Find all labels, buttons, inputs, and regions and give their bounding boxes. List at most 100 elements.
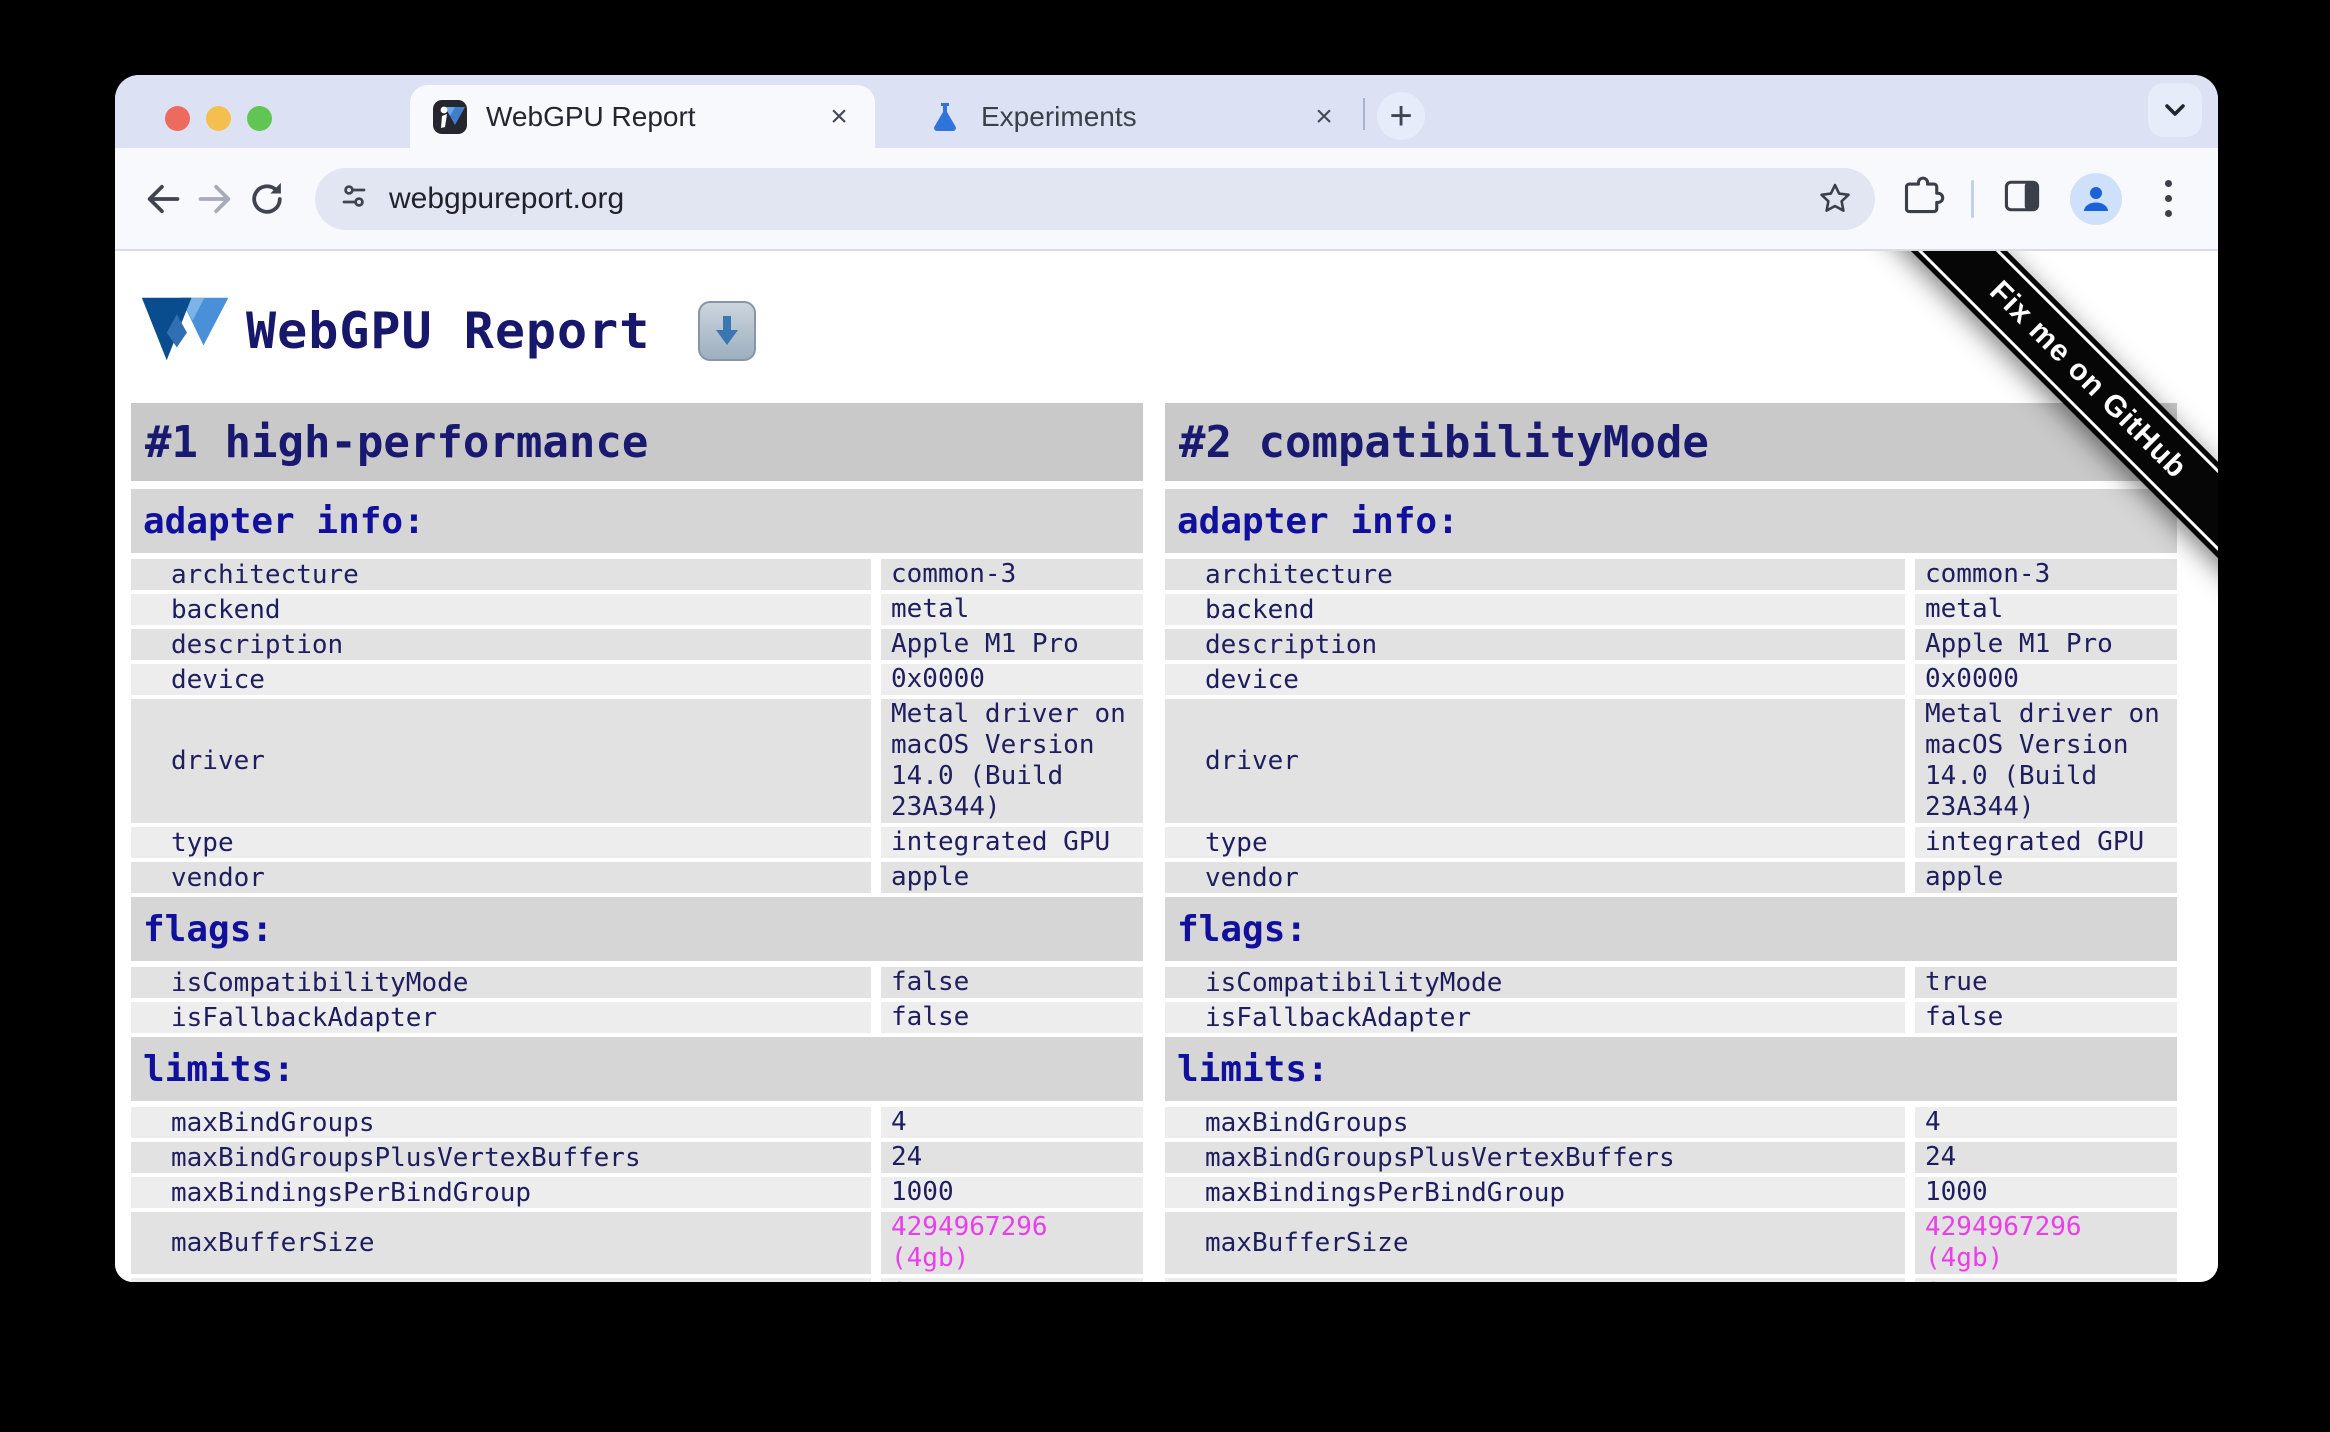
url-text[interactable]: webgpureport.org (389, 182, 624, 216)
table-row: backend metal (1165, 594, 2177, 625)
section-header: flags: (131, 897, 1143, 961)
row-key: device (1165, 664, 1905, 695)
table-row: vendor apple (1165, 862, 2177, 893)
tab-title: Experiments (981, 100, 1137, 132)
row-key: vendor (131, 862, 871, 893)
table-row: maxBufferSize 4294967296 (4gb) (1165, 1212, 2177, 1274)
section-header: limits: (1165, 1037, 2177, 1101)
screenshot-canvas: WebGPU Report × Experiments × + webgpure… (0, 0, 2330, 1432)
adapter-column-1: #1 high-performance adapter info: architec… (131, 403, 1143, 1282)
table-row: backend metal (131, 594, 1143, 625)
row-key: maxBufferSize (131, 1212, 871, 1274)
table-row: isFallbackAdapter false (1165, 1002, 2177, 1033)
tab-close-icon[interactable]: × (1306, 99, 1342, 135)
profile-avatar[interactable] (2070, 172, 2122, 225)
table-row: maxBufferSize 4294967296 (4gb) (131, 1212, 1143, 1274)
row-value: 1000 (1915, 1177, 2177, 1208)
browser-menu-button[interactable] (2148, 180, 2188, 217)
row-value: true (1915, 967, 2177, 998)
side-panel-icon (2004, 180, 2040, 212)
forward-arrow-icon (198, 184, 231, 213)
row-key: isCompatibilityMode (1165, 967, 1905, 998)
zoom-window-button[interactable] (247, 106, 272, 131)
table-row: vendor apple (131, 862, 1143, 893)
row-value: false (1915, 1002, 2177, 1033)
row-value: 0x0000 (881, 664, 1143, 695)
toolbar-right-group (1901, 172, 2188, 225)
row-key: isFallbackAdapter (1165, 1002, 1905, 1033)
tab-close-icon[interactable]: × (821, 99, 857, 135)
chevron-down-icon (2165, 104, 2185, 116)
row-key: description (131, 629, 871, 660)
table-row: driver Metal driver on macOS Version 14.0… (131, 699, 1143, 823)
row-value: 1000 (881, 1177, 1143, 1208)
adapter-column-2: #2 compatibilityMode adapter info: archite… (1165, 403, 2177, 1282)
table-row: type integrated GPU (1165, 827, 2177, 858)
row-key: device (131, 664, 871, 695)
table-row: isCompatibilityMode true (1165, 967, 2177, 998)
minimize-window-button[interactable] (206, 106, 231, 131)
table-row: driver Metal driver on macOS Version 14.0… (1165, 699, 2177, 823)
reload-button[interactable] (241, 173, 293, 225)
row-key: backend (131, 594, 871, 625)
section-header: limits: (131, 1037, 1143, 1101)
site-settings-tune-icon[interactable] (337, 179, 371, 218)
tab-experiments[interactable]: Experiments × (905, 85, 1360, 148)
row-value: 4 (1915, 1107, 2177, 1138)
row-value: Apple M1 Pro (881, 629, 1143, 660)
tab-webgpu-report[interactable]: WebGPU Report × (410, 85, 875, 148)
row-value: Metal driver on macOS Version 14.0 (Buil… (1915, 699, 2177, 823)
side-panel-button[interactable] (2000, 174, 2044, 223)
row-value: false (881, 1002, 1143, 1033)
row-key: architecture (1165, 559, 1905, 590)
row-value: metal (881, 594, 1143, 625)
section-header: adapter info: (1165, 489, 2177, 553)
row-value: metal (1915, 594, 2177, 625)
table-row: isCompatibilityMode false (131, 967, 1143, 998)
download-report-button[interactable] (698, 301, 757, 361)
row-key: driver (131, 699, 871, 823)
forward-button[interactable] (189, 173, 241, 225)
row-value: false (881, 967, 1143, 998)
row-key: maxBindGroups (131, 1107, 871, 1138)
tab-search-chevron-button[interactable] (2148, 83, 2202, 137)
row-value: apple (881, 862, 1143, 893)
section-header: flags: (1165, 897, 2177, 961)
table-row: maxBindGroupsPlusVertexBuffers 24 (1165, 1142, 2177, 1173)
row-key: maxBindingsPerBindGroup (131, 1177, 871, 1208)
row-value: integrated GPU (1915, 827, 2177, 858)
row-key: driver (1165, 699, 1905, 823)
extensions-button[interactable] (1901, 174, 1945, 223)
row-value: common-3 (881, 559, 1143, 590)
new-tab-button[interactable]: + (1377, 92, 1425, 140)
row-key: backend (1165, 594, 1905, 625)
table-row: maxBindingsPerBindGroup 1000 (131, 1177, 1143, 1208)
table-row: isFallbackAdapter false (131, 1002, 1143, 1033)
back-button[interactable] (137, 173, 189, 225)
row-key: isFallbackAdapter (131, 1002, 871, 1033)
address-bar[interactable]: webgpureport.org (315, 167, 1875, 230)
table-row: maxBindingsPerBindGroup 1000 (1165, 1177, 2177, 1208)
row-key: maxBindGroups (1165, 1107, 1905, 1138)
row-key: maxBufferSize (1165, 1212, 1905, 1274)
row-key: maxColorAttachmentBytesPerSample (1165, 1278, 1905, 1282)
webgpu-report-favicon (432, 99, 468, 135)
person-icon (2084, 186, 2108, 211)
row-key: description (1165, 629, 1905, 660)
adapter-tables: #1 high-performance adapter info: architec… (131, 403, 2180, 1282)
bookmark-star-button[interactable] (1811, 175, 1859, 223)
table-row: description Apple M1 Pro (131, 629, 1143, 660)
table-row: architecture common-3 (1165, 559, 2177, 590)
browser-toolbar: webgpureport.org (115, 148, 2218, 251)
row-key: type (131, 827, 871, 858)
table-row: device 0x0000 (131, 664, 1143, 695)
down-arrow-icon (716, 316, 739, 345)
row-value: 4294967296 (4gb) (1915, 1212, 2177, 1274)
row-value: apple (1915, 862, 2177, 893)
row-key: maxBindingsPerBindGroup (1165, 1177, 1905, 1208)
table-row: device 0x0000 (1165, 664, 2177, 695)
table-row: maxColorAttachmentBytesPerSample 64 (1165, 1278, 2177, 1282)
close-window-button[interactable] (165, 106, 190, 131)
column-header: #2 compatibilityMode (1165, 403, 2177, 481)
row-value: Apple M1 Pro (1915, 629, 2177, 660)
